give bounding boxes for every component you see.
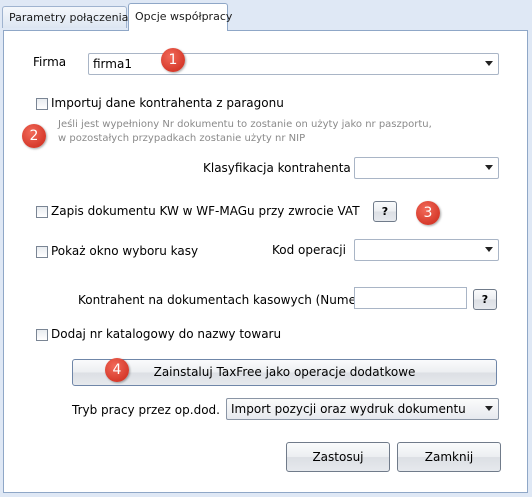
zapis-kw-checkbox[interactable]	[36, 206, 48, 218]
zapis-help-button[interactable]: ?	[373, 201, 397, 222]
options-panel: Firma firma1 1 Importuj dane kontrahenta…	[3, 30, 528, 493]
pokaz-kasy-checkbox-label: Pokaż okno wyboru kasy	[51, 244, 199, 258]
badge-3: 3	[416, 201, 440, 225]
chevron-down-icon	[485, 247, 493, 252]
chevron-down-icon	[485, 61, 493, 66]
kontrahent-help-button[interactable]: ?	[473, 289, 497, 310]
dodaj-nr-checkbox[interactable]	[36, 329, 48, 341]
firma-label: Firma	[33, 55, 67, 69]
kod-operacji-label: Kod operacji	[272, 243, 346, 257]
kod-operacji-select[interactable]	[354, 239, 499, 261]
tryb-value: Import pozycji oraz wydruk dokumentu	[231, 402, 466, 416]
firma-select[interactable]: firma1	[88, 53, 499, 75]
hint-line-1: Jeśli jest wypełniony Nr dokumentu to zo…	[58, 119, 432, 130]
close-button[interactable]: Zamknij	[397, 442, 501, 472]
badge-4: 4	[105, 358, 129, 382]
badge-2: 2	[22, 124, 46, 148]
chevron-down-icon	[485, 165, 493, 170]
tryb-label: Tryb pracy przez op.dod.	[72, 403, 220, 417]
firma-value: firma1	[93, 57, 132, 71]
tab-connection-parameters[interactable]: Parametry połączenia	[2, 6, 128, 28]
pokaz-kasy-checkbox[interactable]	[36, 246, 48, 258]
dodaj-nr-checkbox-label: Dodaj nr katalogowy do nazwy towaru	[51, 327, 282, 341]
hint-line-2: w pozostałych przypadkach zostanie użyty…	[58, 133, 306, 144]
klasyfikacja-label: Klasyfikacja kontrahenta	[203, 161, 351, 175]
import-checkbox[interactable]	[36, 98, 48, 110]
kontrahent-input[interactable]	[354, 287, 467, 309]
import-checkbox-label: Importuj dane kontrahenta z paragonu	[51, 96, 284, 110]
zapis-kw-checkbox-label: Zapis dokumentu KW w WF-MAGu przy zwroci…	[51, 204, 360, 218]
kontrahent-label: Kontrahent na dokumentach kasowych (Nume…	[78, 293, 366, 307]
install-taxfree-button[interactable]: Zainstaluj TaxFree jako operacje dodatko…	[72, 359, 497, 386]
chevron-down-icon	[485, 406, 493, 411]
klasyfikacja-select[interactable]	[354, 157, 499, 179]
apply-button[interactable]: Zastosuj	[286, 442, 390, 472]
tryb-select[interactable]: Import pozycji oraz wydruk dokumentu	[226, 398, 499, 420]
badge-1: 1	[161, 48, 185, 72]
tab-bar: Parametry połączenia Opcje współpracy	[0, 0, 532, 31]
tab-cooperation-options[interactable]: Opcje współpracy	[128, 3, 232, 31]
